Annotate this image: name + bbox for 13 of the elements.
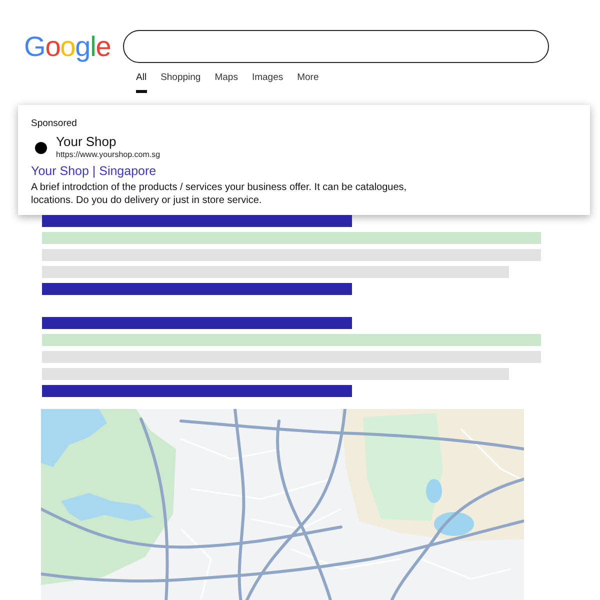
site-name: Your Shop xyxy=(56,134,118,150)
sponsored-label: Sponsored xyxy=(31,118,77,130)
tab[interactable]: Maps xyxy=(214,72,238,93)
tab[interactable]: Shopping xyxy=(160,72,201,93)
logo: Google xyxy=(24,30,111,63)
ad-description: A brief introdction of the products / services your business offer. It can be catalogues, locations. Do you do delivery or just in store service. xyxy=(31,181,408,207)
site-circle-icon xyxy=(35,142,47,154)
ad-title-link[interactable]: Your Shop | Singapore xyxy=(31,162,156,180)
tab[interactable]: Images xyxy=(252,72,284,93)
search-field[interactable] xyxy=(122,30,549,63)
site-url: https://www.yourshop.com.sg xyxy=(56,150,160,160)
tab[interactable]: All xyxy=(136,72,147,93)
tab[interactable]: More xyxy=(297,72,319,93)
